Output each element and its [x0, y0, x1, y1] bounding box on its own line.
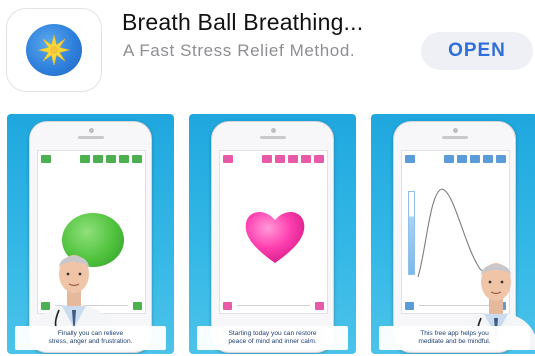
toolbar-icon: [470, 155, 480, 163]
app-header: Breath Ball Breathing... A Fast Stress R…: [0, 0, 535, 100]
toolbar-icon: [444, 155, 454, 163]
footer-icon: [133, 301, 142, 310]
phone-camera: [89, 128, 94, 133]
toolbar-icon: [483, 155, 493, 163]
phone-mockup: [211, 121, 334, 353]
phone-speaker: [442, 136, 468, 139]
screenshot-caption: This free app helps you meditate and be …: [379, 326, 530, 350]
app-toolbar: [41, 155, 142, 163]
breath-heart-pink: [245, 211, 305, 263]
screenshot-2[interactable]: Starting today you can restore peace of …: [189, 114, 356, 354]
home-icon: [223, 155, 233, 163]
open-button[interactable]: OPEN: [421, 32, 533, 70]
toolbar-icon: [288, 155, 298, 163]
caption-line: Finally you can relieve: [57, 330, 124, 338]
star-burst-icon: [37, 34, 71, 66]
screenshot-1[interactable]: Finally you can relieve stress, anger an…: [7, 114, 174, 354]
toolbar-icon: [262, 155, 272, 163]
toolbar-icon: [496, 155, 506, 163]
phone-camera: [453, 128, 458, 133]
app-toolbar: [223, 155, 324, 163]
toolbar-icon: [457, 155, 467, 163]
caption-line: stress, anger and frustration.: [48, 338, 133, 345]
app-toolbar: [405, 155, 506, 163]
blue-ball-icon: [26, 24, 82, 76]
toolbar-icon: [93, 155, 103, 163]
home-icon: [41, 155, 51, 163]
caption-line: Starting today you can restore: [228, 330, 317, 338]
footer-icon: [223, 301, 232, 310]
toolbar-icon: [119, 155, 129, 163]
screen-footer: [223, 301, 324, 310]
toolbar-icon: [314, 155, 324, 163]
app-icon[interactable]: [6, 8, 102, 92]
screenshot-caption: Finally you can relieve stress, anger an…: [15, 326, 166, 350]
caption-line: meditate and be mindful.: [418, 338, 491, 345]
phone-camera: [271, 128, 276, 133]
breath-level-bar: [408, 191, 415, 275]
screenshot-3[interactable]: This free app helps you meditate and be …: [371, 114, 535, 354]
toolbar-icon: [275, 155, 285, 163]
caption-line: peace of mind and inner calm.: [228, 338, 317, 345]
caption-line: This free app helps you: [420, 330, 489, 338]
footer-icon: [315, 301, 324, 310]
toolbar-icon: [80, 155, 90, 163]
phone-speaker: [260, 136, 286, 139]
app-subtitle: A Fast Stress Relief Method.: [123, 41, 356, 60]
phone-speaker: [78, 136, 104, 139]
phone-screen: [219, 150, 328, 314]
screenshot-caption: Starting today you can restore peace of …: [197, 326, 348, 350]
toolbar-icon: [132, 155, 142, 163]
toolbar-icon: [106, 155, 116, 163]
home-icon: [405, 155, 415, 163]
toolbar-icon: [301, 155, 311, 163]
app-title: Breath Ball Breathing...: [122, 9, 364, 35]
footer-icon: [405, 301, 414, 310]
